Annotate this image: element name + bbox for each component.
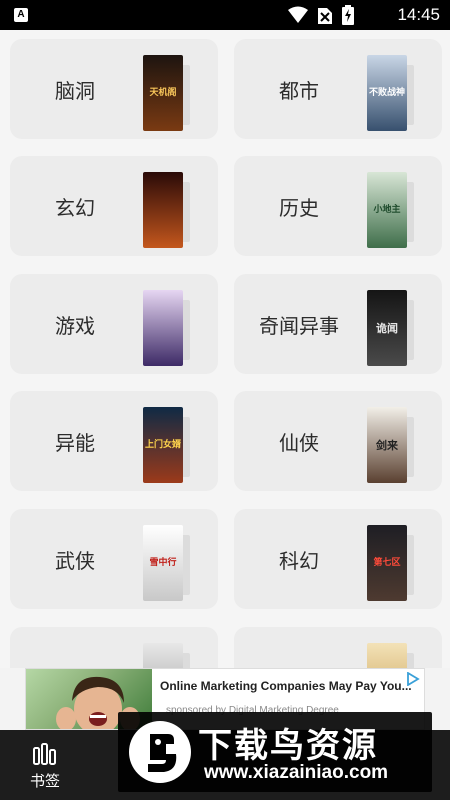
battery-charging-icon [342,5,354,25]
watermark-url: www.xiazainiao.com [204,762,389,783]
category-label: 玄幻 [55,195,95,220]
ad-headline: Online Marketing Companies May Pay You..… [160,679,412,693]
nav-bookshelf[interactable]: 书签 [10,740,80,796]
watermark-title: 下载鸟资源 [198,726,378,766]
category-card[interactable] [234,627,442,668]
book-cover: 不败战神 [367,55,407,131]
cover-title: 第七区 [373,558,401,568]
category-label: 都市 [279,78,319,103]
category-card[interactable]: 游戏 [10,274,218,374]
category-label: 科幻 [279,548,319,573]
ad-choices-icon[interactable] [406,672,420,686]
clock: 14:45 [397,5,440,24]
category-card[interactable]: 历史 小地主 [234,156,442,256]
book-cover: 上门女婿 [143,407,183,483]
category-label [10,627,140,668]
category-card[interactable]: 都市 不败战神 [234,39,442,139]
category-card[interactable]: 奇闻异事 诡闻 [234,274,442,374]
book-cover: 第七区 [367,525,407,601]
category-card[interactable]: 仙侠 剑来 [234,391,442,491]
category-card[interactable]: 科幻 第七区 [234,509,442,609]
cover-title: 上门女婿 [144,440,181,450]
book-cover [143,290,183,366]
cover-title: 剑来 [376,439,398,452]
category-card[interactable]: 脑洞 天机阁 [10,39,218,139]
category-card[interactable]: 异能 上门女婿 [10,391,218,491]
book-cover: 剑来 [367,407,407,483]
cover-title: 雪中行 [149,558,177,568]
category-card[interactable]: 玄幻 [10,156,218,256]
site-watermark: 下载鸟资源 www.xiazainiao.com [118,712,432,792]
book-cover [367,643,407,668]
cover-title: 天机阁 [149,88,177,98]
category-label: 历史 [279,195,319,220]
nav-bookshelf-label: 书签 [29,772,60,790]
book-cover [143,643,183,668]
category-label: 仙侠 [279,430,319,455]
category-card[interactable]: 武侠 雪中行 [10,509,218,609]
system-icons [288,5,354,25]
cover-title: 不败战神 [368,88,405,98]
category-label [234,627,364,668]
bookshelf-icon [33,743,56,765]
wifi-icon [288,6,308,23]
no-sim-icon [318,8,332,24]
cover-title: 诡闻 [376,322,398,335]
book-cover: 诡闻 [367,290,407,366]
category-label: 游戏 [55,313,95,338]
category-label: 脑洞 [55,78,95,103]
book-cover: 天机阁 [143,55,183,131]
category-card[interactable] [10,627,218,668]
bird-logo-icon [129,721,191,783]
category-label: 武侠 [55,548,95,573]
status-bar: A 14:45 [0,0,450,30]
category-label: 异能 [55,430,95,455]
app-notification-icon: A [14,8,28,22]
cover-title: 小地主 [373,205,401,215]
book-cover [143,172,183,248]
category-grid: 脑洞 天机阁 都市 不败战神 玄幻 历史 小地主 游戏 奇闻异事 诡闻 异能 上… [0,30,450,668]
book-cover: 雪中行 [143,525,183,601]
book-cover: 小地主 [367,172,407,248]
category-label: 奇闻异事 [259,313,339,338]
